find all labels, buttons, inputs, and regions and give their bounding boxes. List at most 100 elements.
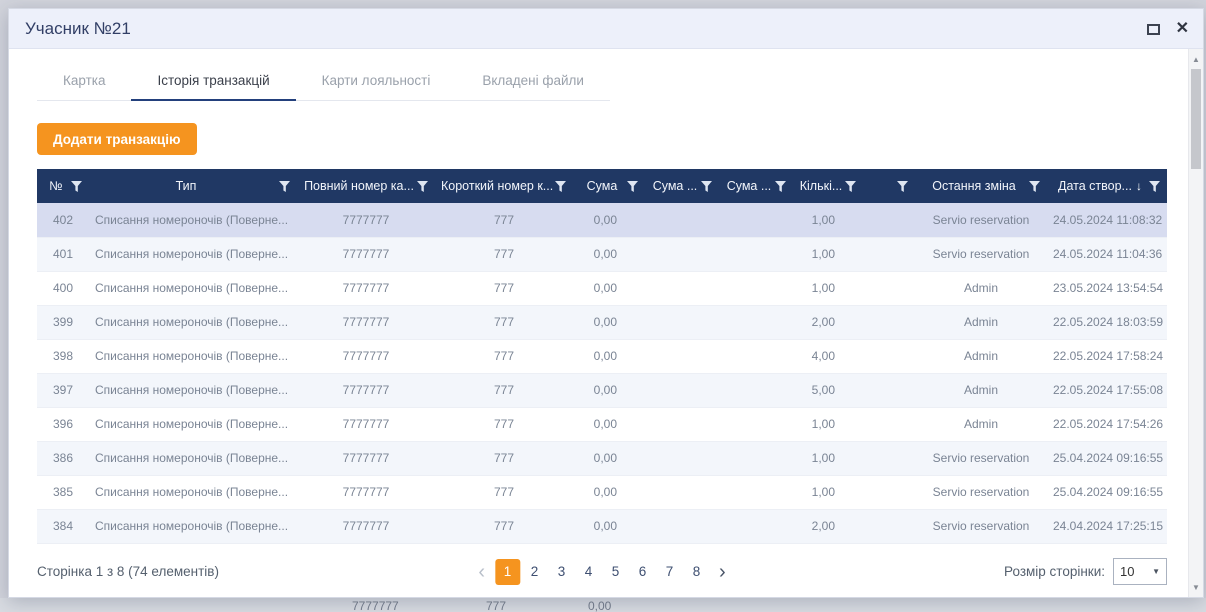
filter-icon[interactable] [71,181,82,192]
cell-short_card: 777 [435,271,573,305]
page-size-select[interactable]: 10 ▼ [1113,558,1167,585]
filter-icon[interactable] [1029,181,1040,192]
table-row[interactable]: 401Списання номероночів (Поверне...77777… [37,237,1167,271]
add-transaction-button[interactable]: Додати транзакцію [37,123,197,155]
cell-extra [863,203,915,237]
cell-extra [863,441,915,475]
cell-sum: 0,00 [573,441,645,475]
column-header-5[interactable]: Сума ... [645,169,719,203]
filter-icon[interactable] [775,181,786,192]
filter-icon[interactable] [627,181,638,192]
page-button-7[interactable]: 7 [657,559,682,585]
cell-sum3 [719,271,793,305]
filter-icon[interactable] [1149,181,1160,192]
column-header-9[interactable]: Остання зміна [915,169,1047,203]
cell-full_card: 7777777 [297,237,435,271]
page-button-1[interactable]: 1 [495,559,520,585]
column-header-0[interactable]: № [37,169,89,203]
page-size-value: 10 [1120,564,1134,579]
transactions-table: №ТипПовний номер ка...Короткий номер к..… [37,169,1167,544]
pager-pages: 12345678 [495,559,709,585]
pager-next-icon[interactable]: › [711,562,734,582]
filter-icon[interactable] [279,181,290,192]
cell-last_change: Servio reservation [915,441,1047,475]
table-row[interactable]: 397Списання номероночів (Поверне...77777… [37,373,1167,407]
page-button-6[interactable]: 6 [630,559,655,585]
cell-sum: 0,00 [573,271,645,305]
tab-3[interactable]: Вкладені файли [456,63,610,100]
cell-sum2 [645,441,719,475]
table-row[interactable]: 399Списання номероночів (Поверне...77777… [37,305,1167,339]
page-button-2[interactable]: 2 [522,559,547,585]
page-button-5[interactable]: 5 [603,559,628,585]
cell-num: 384 [37,509,89,543]
filter-icon[interactable] [897,181,908,192]
close-icon[interactable]: ✕ [1176,21,1189,37]
table-row[interactable]: 385Списання номероночів (Поверне...77777… [37,475,1167,509]
cell-short_card: 777 [435,373,573,407]
column-header-7[interactable]: Кількі... [793,169,863,203]
cell-qty: 1,00 [793,237,863,271]
filter-icon[interactable] [417,181,428,192]
column-header-10[interactable]: Дата створ...↓ [1047,169,1167,203]
cell-type: Списання номероночів (Поверне... [89,407,297,441]
cell-full_card: 7777777 [297,407,435,441]
cell-sum: 0,00 [573,339,645,373]
cell-last_change: Admin [915,373,1047,407]
cell-short_card: 777 [435,305,573,339]
tab-1[interactable]: Історія транзакцій [131,63,295,101]
cell-extra [863,305,915,339]
cell-full_card: 7777777 [297,271,435,305]
filter-icon[interactable] [555,181,566,192]
vertical-scrollbar[interactable]: ▲ ▼ [1188,49,1203,597]
column-header-6[interactable]: Сума ... [719,169,793,203]
cell-sum: 0,00 [573,203,645,237]
column-header-4[interactable]: Сума [573,169,645,203]
page-size-control: Розмір сторінки: 10 ▼ [1004,558,1167,585]
table-row[interactable]: 396Списання номероночів (Поверне...77777… [37,407,1167,441]
cell-sum: 0,00 [573,305,645,339]
cell-type: Списання номероночів (Поверне... [89,441,297,475]
cell-short_card: 777 [435,237,573,271]
filter-icon[interactable] [701,181,712,192]
maximize-icon[interactable] [1147,24,1160,35]
column-header-3[interactable]: Короткий номер к... [435,169,573,203]
cell-sum2 [645,305,719,339]
cell-last_change: Admin [915,305,1047,339]
scroll-down-icon[interactable]: ▼ [1189,579,1203,595]
cell-short_card: 777 [435,441,573,475]
scrollbar-thumb[interactable] [1191,69,1201,169]
cell-sum3 [719,237,793,271]
filter-icon[interactable] [845,181,856,192]
table-row[interactable]: 398Списання номероночів (Поверне...77777… [37,339,1167,373]
cell-sum3 [719,305,793,339]
column-header-1[interactable]: Тип [89,169,297,203]
dropdown-arrow-icon: ▼ [1152,567,1160,576]
cell-type: Списання номероночів (Поверне... [89,339,297,373]
cell-full_card: 7777777 [297,373,435,407]
cell-sum: 0,00 [573,237,645,271]
cell-last_change: Admin [915,271,1047,305]
cell-extra [863,373,915,407]
cell-num: 399 [37,305,89,339]
table-row[interactable]: 386Списання номероночів (Поверне...77777… [37,441,1167,475]
cell-qty: 1,00 [793,271,863,305]
cell-sum2 [645,271,719,305]
cell-qty: 2,00 [793,509,863,543]
page-button-8[interactable]: 8 [684,559,709,585]
column-header-2[interactable]: Повний номер ка... [297,169,435,203]
page-button-3[interactable]: 3 [549,559,574,585]
page-button-4[interactable]: 4 [576,559,601,585]
table-row[interactable]: 400Списання номероночів (Поверне...77777… [37,271,1167,305]
grid-footer: Сторінка 1 з 8 (74 елементів) ‹ 12345678… [37,553,1167,591]
tab-0[interactable]: Картка [37,63,131,100]
tab-2[interactable]: Карти лояльності [296,63,457,100]
scroll-up-icon[interactable]: ▲ [1189,51,1203,67]
cell-full_card: 7777777 [297,475,435,509]
cell-extra [863,271,915,305]
table-row[interactable]: 402Списання номероночів (Поверне...77777… [37,203,1167,237]
column-header-8[interactable] [863,169,915,203]
cell-sum3 [719,441,793,475]
table-row[interactable]: 384Списання номероночів (Поверне...77777… [37,509,1167,543]
pager-prev-icon[interactable]: ‹ [470,562,493,582]
